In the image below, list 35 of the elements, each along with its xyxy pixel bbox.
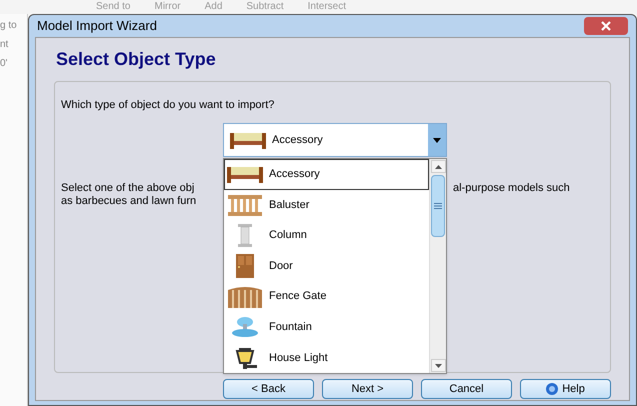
wizard-button[interactable]: Next > [322,379,413,399]
scroll-up-icon [434,164,442,168]
wizard-button[interactable]: Cancel [421,379,512,399]
side-label: nt [0,38,10,52]
dropdown-item[interactable]: Door [224,250,429,282]
dropdown-item[interactable]: Baluster [224,190,429,220]
toolbar-label: Intersect [308,2,346,12]
scroll-thumb[interactable] [431,175,445,237]
toolbar-label: Mirror [154,2,181,12]
toolbar-label: Add [204,2,222,12]
description-text: Select one of the above obj as barbecues and lawn furn [61,182,196,208]
dropdown-item[interactable]: Column [224,220,429,251]
question-text: Which type of object do you want to import? [61,98,274,113]
toolbar-label: Send to [96,2,130,12]
side-label: 0' [0,57,8,71]
wizard-button[interactable]: < Back [223,379,314,399]
window-title: Model Import Wizard [37,17,157,36]
close-button[interactable] [584,17,628,35]
toolbar-label: Subtract [246,2,284,12]
close-icon [601,21,611,31]
grip-icon [434,203,442,209]
dropdown-button[interactable] [428,124,446,156]
dropdown-item[interactable]: House Light [224,342,429,374]
help-icon [546,383,558,395]
dropdown-item[interactable]: Fence Gate [224,281,429,312]
scroll-down-icon [434,364,442,368]
combo-box[interactable]: Accessory [223,123,447,157]
scrollbar[interactable] [429,159,446,373]
page-heading: Select Object Type [55,48,217,71]
help-button[interactable]: Help [520,379,611,399]
dropdown-item[interactable]: Fountain [224,312,429,342]
description-text: al-purpose models such [453,182,570,195]
dropdown-item[interactable]: Accessory [224,159,429,190]
side-label: g to [0,19,18,33]
caret-icon [433,138,441,142]
